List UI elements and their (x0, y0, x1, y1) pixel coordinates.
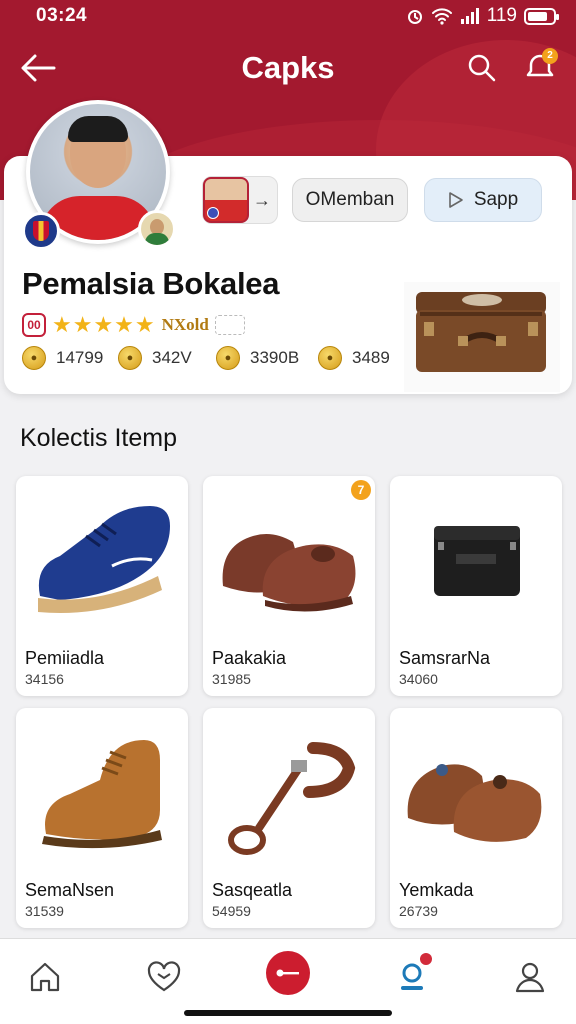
item-card[interactable]: Yemkada 26739 (390, 708, 562, 928)
coin-icon: ● (318, 346, 342, 370)
collection-title: Kolectis Itemp (20, 424, 178, 452)
verified-badge-icon (214, 315, 245, 335)
follow-arrow-icon: → (253, 189, 271, 210)
stats-row: ● 14799 ● 342V ● 3390B ● 3489 (22, 346, 402, 376)
nav-home[interactable] (17, 949, 73, 1005)
coin-icon: ● (216, 346, 240, 370)
search-button[interactable] (462, 48, 502, 88)
item-name: Paakakia (212, 648, 287, 668)
brown-loafers-image (222, 534, 356, 612)
nav-social[interactable] (136, 949, 192, 1005)
stat-item: ● 3390B (216, 346, 299, 370)
member-button[interactable]: OMemban (292, 178, 408, 222)
item-price: 34156 (25, 671, 64, 687)
star-rating: ★★★★★ (52, 312, 156, 337)
rating-level-icon: 00 (22, 313, 46, 337)
tan-boot-image (42, 740, 162, 849)
home-indicator[interactable] (184, 1010, 392, 1016)
nav-profile[interactable] (502, 949, 558, 1005)
item-name: SamsrarNa (399, 648, 491, 668)
item-price: 31539 (25, 903, 64, 919)
secondary-avatar (138, 210, 176, 248)
item-name: Sasqeatla (212, 880, 293, 900)
stat-item: ● 14799 (22, 346, 103, 370)
battery-icon (524, 7, 559, 25)
nav-center-action[interactable] (266, 951, 310, 995)
sapp-button-label: Sapp (473, 189, 519, 210)
coin-icon: ● (118, 346, 142, 370)
item-name: Yemkada (399, 880, 474, 900)
notification-badge: 2 (542, 48, 558, 64)
item-price: 31985 (212, 671, 251, 687)
coin-icon: ● (22, 346, 46, 370)
item-card[interactable]: SemaNsen 31539 (16, 708, 188, 928)
status-bar: 03:24 119 (0, 0, 576, 32)
home-icon (30, 962, 60, 992)
item-badge: 7 (351, 480, 371, 500)
notification-button[interactable]: 2 (518, 48, 562, 88)
sapp-button[interactable]: Sapp (424, 178, 542, 222)
item-card[interactable]: Sasqeatla 54959 (203, 708, 375, 928)
status-time: 03:24 (36, 5, 88, 26)
alarm-icon (407, 10, 422, 24)
heart-chat-icon (147, 961, 181, 992)
nav-achievements[interactable] (384, 949, 440, 1005)
black-case-image (434, 526, 520, 596)
key-icon (276, 969, 299, 977)
item-price: 26739 (399, 903, 438, 919)
club-crest-icon (22, 212, 60, 250)
signal-icon (460, 8, 479, 24)
blue-sneaker-image (38, 506, 170, 614)
follow-chip[interactable]: → (202, 176, 278, 224)
item-card[interactable]: SamsrarNa 34060 (390, 476, 562, 696)
suitcase-image (404, 282, 560, 392)
wifi-icon (431, 8, 452, 25)
nav-notification-dot (420, 953, 432, 965)
top-app-bar: Capks 2 (0, 40, 576, 96)
item-card[interactable]: 7 Paakakia 31985 (203, 476, 375, 696)
stat-item: ● 3489 (318, 346, 390, 370)
item-name: Pemiiadla (25, 648, 105, 668)
rating-row: 00 ★★★★★ NXold (22, 312, 245, 338)
play-outline-icon (449, 192, 463, 208)
item-card[interactable]: Pemiiadla 34156 (16, 476, 188, 696)
stat-item: ● 342V (118, 346, 192, 370)
profile-name: Pemalsia Bokalea (22, 266, 280, 301)
profile-icon (515, 962, 545, 993)
rank-label: NXold (161, 315, 209, 334)
item-price: 34060 (399, 671, 438, 687)
follow-avatar-thumb (203, 177, 249, 223)
brown-moccasins-image (407, 764, 542, 842)
item-name: SemaNsen (25, 880, 115, 900)
trophy-icon (401, 963, 423, 990)
item-price: 54959 (212, 903, 251, 919)
leather-strap-image (228, 742, 356, 855)
search-icon (468, 54, 496, 82)
battery-percent: 119 (486, 5, 517, 26)
